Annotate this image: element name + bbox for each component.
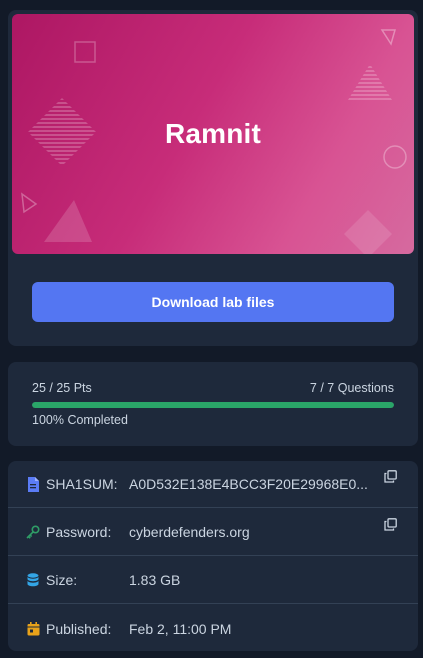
published-label: Published:	[46, 620, 112, 637]
info-row-sha1sum: SHA1SUM: A0D532E138E4BCC3F20E29968E0...	[8, 461, 418, 508]
password-value: cyberdefenders.org	[129, 524, 250, 540]
info-row-published: Published: Feb 2, 11:00 PM	[8, 605, 418, 651]
info-row-password: Password: cyberdefenders.org	[8, 509, 418, 556]
copy-sha1sum-icon[interactable]	[384, 470, 398, 484]
points-text: 25 / 25 Pts	[32, 381, 92, 395]
completed-text: 100% Completed	[32, 413, 128, 427]
password-label: Password:	[46, 524, 112, 540]
lab-banner-card: Ramnit Download lab files	[8, 10, 418, 346]
copy-password-icon[interactable]	[384, 518, 398, 532]
published-value: Feb 2, 11:00 PM	[129, 620, 232, 637]
questions-text: 7 / 7 Questions	[309, 381, 394, 395]
key-icon	[26, 524, 40, 540]
progress-bar	[32, 402, 394, 408]
info-row-size: Size: 1.83 GB	[8, 557, 418, 604]
size-value: 1.83 GB	[129, 572, 181, 588]
progress-card: 25 / 25 Pts 7 / 7 Questions 100% Complet…	[8, 362, 418, 446]
database-icon	[26, 572, 40, 588]
lab-title: Ramnit	[164, 118, 262, 149]
size-label: Size:	[46, 572, 78, 588]
calendar-icon	[26, 621, 40, 637]
sha1sum-label: SHA1SUM:	[46, 476, 118, 492]
sha1sum-value: A0D532E138E4BCC3F20E29968E0...	[129, 476, 368, 492]
lab-banner: Ramnit	[12, 14, 414, 254]
progress-bar-fill	[32, 402, 394, 408]
lab-info-card: SHA1SUM: A0D532E138E4BCC3F20E29968E0... …	[8, 461, 418, 651]
file-icon	[26, 476, 40, 492]
download-lab-files-button[interactable]: Download lab files	[32, 282, 394, 322]
